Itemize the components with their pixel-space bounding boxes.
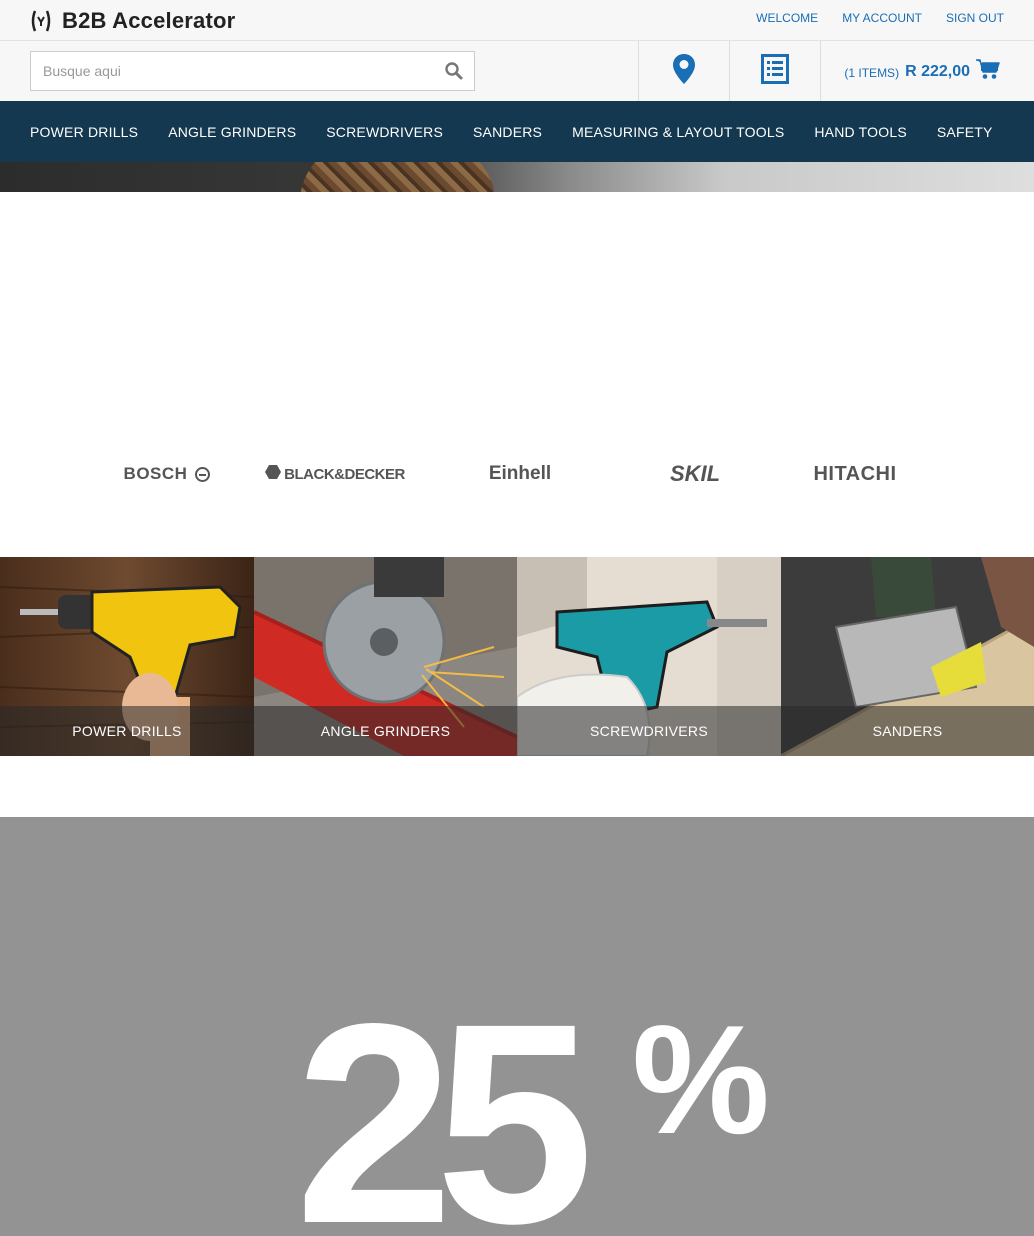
brand-logo-skil[interactable]: SKIL: [645, 460, 745, 488]
tile-caption: SCREWDRIVERS: [517, 706, 781, 756]
hero-image: [300, 162, 495, 192]
brand-name: Einhell: [488, 463, 552, 484]
nav-item-power-drills[interactable]: POWER DRILLS: [30, 124, 138, 140]
hero-banner[interactable]: [0, 162, 1034, 192]
nav-item-screwdrivers[interactable]: SCREWDRIVERS: [326, 124, 443, 140]
site-logo[interactable]: B2B Accelerator: [30, 8, 235, 34]
sign-out-link[interactable]: SIGN OUT: [946, 11, 1004, 25]
brand-name: BLACK&DECKER: [284, 465, 405, 483]
category-tile-power-drills[interactable]: POWER DRILLS: [0, 557, 254, 756]
map-pin-icon: [672, 53, 696, 90]
divider: [820, 41, 821, 101]
list-icon: [761, 53, 789, 89]
category-tiles: POWER DRILLS ANGLE GRINDERS SCREWDRIVERS: [0, 557, 1034, 756]
store-finder-button[interactable]: [639, 41, 729, 101]
nav-item-measuring-layout-tools[interactable]: MEASURING & LAYOUT TOOLS: [572, 124, 784, 140]
black-decker-hex-icon: [265, 465, 282, 483]
brand-logos: BOSCH BLACK&DECKER Einhell SKIL HITACHI: [0, 448, 1034, 498]
category-tile-angle-grinders[interactable]: ANGLE GRINDERS: [254, 557, 517, 756]
hybris-logo-icon: [30, 9, 52, 33]
tile-caption: POWER DRILLS: [0, 706, 254, 756]
search-icon[interactable]: [444, 61, 464, 81]
cart-icon: [976, 58, 1000, 85]
category-tile-screwdrivers[interactable]: SCREWDRIVERS: [517, 557, 781, 756]
quick-order-button[interactable]: [730, 41, 820, 101]
tile-caption: ANGLE GRINDERS: [254, 706, 517, 756]
brand-name: SKIL: [669, 461, 721, 486]
promo-discount-number: 25: [295, 965, 594, 1236]
category-tile-sanders[interactable]: SANDERS: [781, 557, 1034, 756]
my-account-link[interactable]: MY ACCOUNT: [842, 11, 922, 25]
brand-logo-black-decker[interactable]: BLACK&DECKER: [260, 460, 410, 488]
nav-item-safety[interactable]: SAFETY: [937, 124, 993, 140]
search-box: [30, 51, 475, 91]
brand-logo-einhell[interactable]: Einhell: [445, 460, 595, 488]
nav-item-sanders[interactable]: SANDERS: [473, 124, 542, 140]
brand-logo-hitachi[interactable]: HITACHI: [795, 460, 915, 488]
search-row: (1 ITEMS) R 222,00: [0, 41, 1034, 101]
cart-total: R 222,00: [905, 62, 970, 80]
mini-cart[interactable]: (1 ITEMS) R 222,00: [844, 58, 1000, 85]
top-bar: B2B Accelerator WELCOME MY ACCOUNT SIGN …: [0, 0, 1034, 41]
search-input[interactable]: [31, 52, 421, 90]
nav-item-angle-grinders[interactable]: ANGLE GRINDERS: [168, 124, 296, 140]
brand-name: HITACHI: [813, 462, 897, 485]
logo-text: B2B Accelerator: [62, 8, 236, 33]
promo-percent-sign: %: [632, 993, 770, 1166]
cart-item-count: (1 ITEMS): [844, 66, 900, 80]
brand-name: BOSCH: [123, 464, 188, 483]
tile-caption: SANDERS: [781, 706, 1034, 756]
welcome-link[interactable]: WELCOME: [756, 11, 818, 25]
main-navigation: POWER DRILLS ANGLE GRINDERS SCREWDRIVERS…: [0, 101, 1034, 162]
account-links: WELCOME MY ACCOUNT SIGN OUT: [756, 11, 1004, 25]
brand-logo-bosch[interactable]: BOSCH: [112, 460, 222, 488]
bosch-armature-icon: [195, 466, 211, 482]
promo-banner[interactable]: 25 %: [0, 817, 1034, 1236]
nav-item-hand-tools[interactable]: HAND TOOLS: [814, 124, 907, 140]
